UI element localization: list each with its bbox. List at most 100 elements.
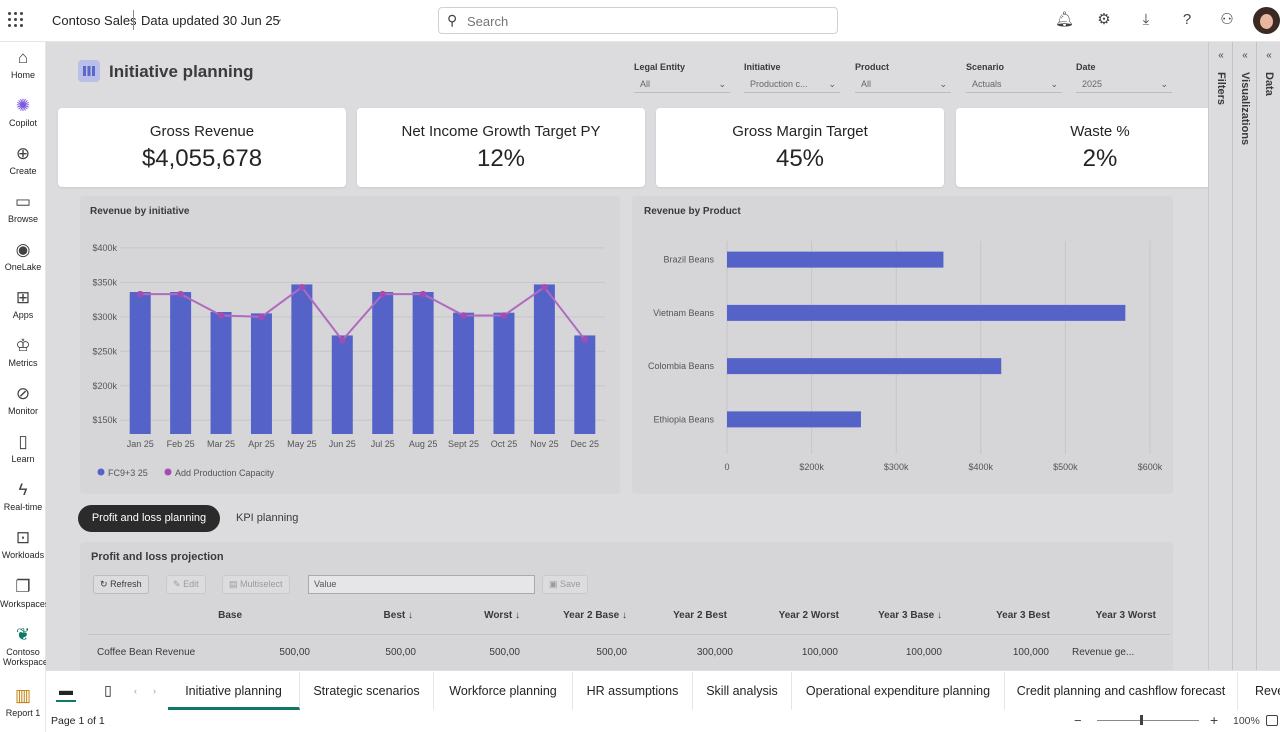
nav-copilot[interactable]: ✺ Copilot [0, 96, 46, 128]
kpi-card-waste[interactable]: Waste % 2% [956, 108, 1244, 187]
column-header[interactable]: Year 2 Worst [755, 610, 839, 621]
gear-icon[interactable]: ⚙ [1095, 11, 1113, 29]
tab-profit-and-loss-planning[interactable]: Profit and loss planning [78, 505, 220, 532]
zoom-slider-thumb[interactable] [1140, 715, 1143, 725]
app-title[interactable]: Contoso Sales [52, 13, 137, 28]
table-cell[interactable]: 500,00 [452, 647, 520, 658]
column-header[interactable]: Year 2 Best [655, 610, 727, 621]
bar [727, 251, 944, 268]
filter-dropdown[interactable]: All ⌄ [634, 77, 730, 93]
page-tab-credit-planning[interactable]: Credit planning and cashflow forecast [1005, 672, 1238, 710]
filters-pane[interactable]: « Filters [1209, 42, 1233, 670]
nav-apps[interactable]: ⊞ Apps [0, 288, 46, 320]
tab-kpi-planning[interactable]: KPI planning [236, 512, 298, 524]
page-tab-workforce-planning[interactable]: Workforce planning [434, 672, 573, 710]
page-tab-strategic-scenarios[interactable]: Strategic scenarios [300, 672, 434, 710]
edit-button[interactable]: ✎ Edit [166, 575, 206, 594]
page-tab-revenue[interactable]: Reve [1238, 672, 1280, 710]
zoom-in-button[interactable]: + [1210, 712, 1218, 728]
avatar[interactable] [1253, 7, 1280, 34]
nav-contoso-workspace[interactable]: ❦ Contoso Workspace [0, 625, 48, 667]
app-launcher-icon[interactable] [8, 12, 24, 28]
revenue-by-product-chart[interactable]: 0 $200k $300k $400k $500k $600k Brazil Beans Vi… [632, 196, 1173, 494]
kpi-card-gross-revenue[interactable]: Gross Revenue $4,055,678 [58, 108, 346, 187]
fit-to-page-icon[interactable] [1266, 715, 1278, 726]
nav-monitor[interactable]: ⊘ Monitor [0, 384, 46, 416]
visualizations-pane[interactable]: « Visualizations [1233, 42, 1257, 670]
share-people-icon[interactable]: ⚇ [1218, 11, 1236, 29]
table-cell[interactable]: 500,00 [559, 647, 627, 658]
nav-learn[interactable]: ▯ Learn [0, 432, 46, 464]
nav-workspaces[interactable]: ❐ Workspaces [0, 577, 49, 609]
workspaces-icon: ❐ [15, 577, 31, 596]
column-header[interactable]: Year 3 Base ↓ [848, 610, 942, 621]
filter-date[interactable]: Date 2025 ⌄ [1076, 62, 1172, 93]
search-box[interactable]: ⚲ [438, 7, 838, 34]
chevron-right-icon[interactable]: › [153, 686, 156, 696]
filter-value: All [640, 79, 651, 89]
mobile-view-icon[interactable]: ▯ [98, 682, 118, 702]
multiselect-button[interactable]: ▤ Multiselect [222, 575, 290, 594]
refresh-button[interactable]: ↻ Refresh [93, 575, 149, 594]
nav-real-time[interactable]: ϟ Real-time [0, 480, 46, 512]
column-header[interactable]: Year 2 Base ↓ [535, 610, 627, 621]
data-updated-label[interactable]: Data updated 30 Jun 25 [141, 13, 280, 28]
column-header[interactable]: Best ↓ [345, 610, 413, 621]
page-info: Page 1 of 1 [51, 715, 105, 727]
filter-initiative[interactable]: Initiative Production c... ⌄ [744, 62, 840, 93]
table-cell[interactable]: 500,00 [348, 647, 416, 658]
download-icon[interactable]: ⤓ [1137, 11, 1155, 29]
nav-report-1[interactable]: ▥ Report 1 [0, 686, 46, 718]
chevron-left-icon[interactable]: « [1233, 50, 1257, 61]
x-tick-label: Apr 25 [248, 439, 275, 449]
nav-onelake[interactable]: ◉ OneLake [0, 240, 46, 272]
page-tab-opex-planning[interactable]: Operational expenditure planning [792, 672, 1005, 710]
save-button[interactable]: ▣ Save [542, 575, 588, 594]
chevron-down-icon[interactable]: ⌄ [274, 12, 283, 25]
column-header[interactable]: Year 3 Worst [1068, 610, 1156, 621]
bar [372, 292, 394, 434]
nav-metrics[interactable]: ♔ Metrics [0, 336, 46, 368]
zoom-out-button[interactable]: − [1074, 713, 1082, 728]
nav-workloads[interactable]: ⊡ Workloads [0, 528, 46, 560]
help-icon[interactable]: ? [1178, 11, 1196, 29]
table-cell[interactable]: 100,000 [770, 647, 838, 658]
line-point [541, 283, 548, 291]
table-cell[interactable]: 500,00 [242, 647, 310, 658]
filter-dropdown[interactable]: Actuals ⌄ [966, 77, 1062, 93]
search-input[interactable] [467, 12, 827, 30]
chevron-left-icon[interactable]: ‹ [134, 686, 137, 696]
data-pane[interactable]: « Data [1257, 42, 1280, 670]
nav-browse[interactable]: ▭ Browse [0, 192, 46, 224]
nav-home[interactable]: ⌂ Home [0, 48, 46, 80]
zoom-slider-track[interactable] [1097, 720, 1199, 721]
chevron-left-icon[interactable]: « [1257, 50, 1280, 61]
page-tab-hr-assumptions[interactable]: HR assumptions [573, 672, 693, 710]
filter-scenario[interactable]: Scenario Actuals ⌄ [966, 62, 1062, 93]
filter-dropdown[interactable]: All ⌄ [855, 77, 951, 93]
filter-dropdown[interactable]: 2025 ⌄ [1076, 77, 1172, 93]
filter-legal-entity[interactable]: Legal Entity All ⌄ [634, 62, 730, 93]
nav-create[interactable]: ⊕ Create [0, 144, 46, 176]
column-header[interactable]: Year 3 Best [968, 610, 1050, 621]
table-cell[interactable]: Revenue ge... [1072, 647, 1134, 658]
kpi-card-gross-margin[interactable]: Gross Margin Target 45% [656, 108, 944, 187]
table-cell[interactable]: 100,000 [874, 647, 942, 658]
chevron-left-icon[interactable]: « [1209, 50, 1233, 61]
column-header[interactable]: Base [182, 610, 242, 621]
desktop-view-icon[interactable]: ▬ [56, 682, 76, 702]
table-cell[interactable]: 300,000 [665, 647, 733, 658]
nav-label: Monitor [7, 406, 38, 416]
column-header[interactable]: Worst ↓ [445, 610, 520, 621]
trophy-icon: ♔ [15, 336, 31, 355]
table-cell[interactable]: 100,000 [981, 647, 1049, 658]
filter-dropdown[interactable]: Production c... ⌄ [744, 77, 840, 93]
filter-product[interactable]: Product All ⌄ [855, 62, 951, 93]
kpi-value: $4,055,678 [141, 145, 263, 172]
page-tab-initiative-planning[interactable]: Initiative planning [168, 672, 300, 710]
revenue-by-initiative-chart[interactable]: $150k $200k $250k $300k $350k $400k Jan 25 Feb … [80, 196, 620, 494]
kpi-card-net-income[interactable]: Net Income Growth Target PY 12% [357, 108, 645, 187]
page-tab-skill-analysis[interactable]: Skill analysis [693, 672, 792, 710]
value-input[interactable]: Value [308, 575, 535, 594]
bell-icon[interactable]: 🔔︎ [1055, 11, 1074, 29]
